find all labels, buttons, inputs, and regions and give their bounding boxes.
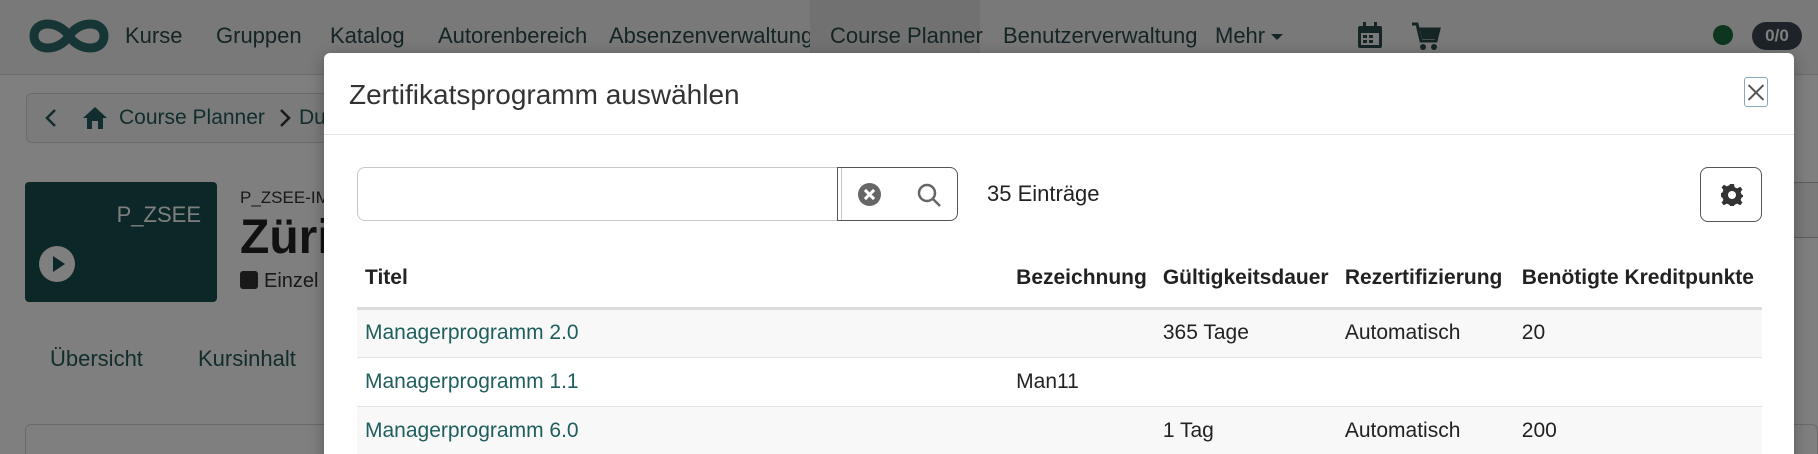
cell-credits: 20 bbox=[1513, 308, 1762, 358]
program-link[interactable]: Managerprogramm 6.0 bbox=[365, 419, 579, 442]
modal-header: Zertifikatsprogramm auswählen bbox=[324, 53, 1794, 135]
cell-recertification: Automatisch bbox=[1336, 308, 1514, 358]
cell-title: Managerprogramm 1.1 bbox=[357, 357, 1009, 407]
clear-search-icon[interactable] bbox=[858, 183, 881, 206]
cell-credits bbox=[1513, 357, 1762, 407]
close-button[interactable] bbox=[1744, 77, 1768, 107]
gear-icon bbox=[1721, 184, 1743, 206]
cell-validity: 1 Tag bbox=[1154, 406, 1337, 454]
cell-recertification: Automatisch bbox=[1336, 406, 1514, 454]
cell-label bbox=[1008, 406, 1155, 454]
table-row[interactable]: Managerprogramm 2.0 365 Tage Automatisch… bbox=[357, 308, 1762, 358]
column-header-kreditpunkte[interactable]: Benötigte Kreditpunkte bbox=[1513, 249, 1762, 310]
cell-label: Man11 bbox=[1008, 357, 1155, 407]
search-icon[interactable] bbox=[916, 182, 942, 208]
table-settings-button[interactable] bbox=[1700, 167, 1762, 222]
search-input[interactable] bbox=[357, 167, 842, 221]
program-link[interactable]: Managerprogramm 2.0 bbox=[365, 321, 579, 344]
cell-title: Managerprogramm 6.0 bbox=[357, 406, 1009, 454]
column-header-bezeichnung[interactable]: Bezeichnung bbox=[1008, 249, 1155, 310]
column-header-titel[interactable]: Titel bbox=[357, 249, 1009, 310]
search-actions bbox=[837, 167, 958, 221]
cell-validity bbox=[1154, 357, 1337, 407]
table-row[interactable]: Managerprogramm 6.0 1 Tag Automatisch 20… bbox=[357, 406, 1762, 454]
certificate-program-table: Titel Bezeichnung Gültigkeitsdauer Rezer… bbox=[357, 249, 1762, 454]
column-header-gueltigkeitsdauer[interactable]: Gültigkeitsdauer bbox=[1154, 249, 1337, 310]
cell-label bbox=[1008, 308, 1155, 358]
table-row[interactable]: Managerprogramm 1.1 Man11 bbox=[357, 357, 1762, 407]
table-header-row: Titel Bezeichnung Gültigkeitsdauer Rezer… bbox=[357, 249, 1762, 310]
entry-count: 35 Einträge bbox=[987, 181, 1100, 206]
cell-credits: 200 bbox=[1513, 406, 1762, 454]
column-header-rezertifizierung[interactable]: Rezertifizierung bbox=[1336, 249, 1514, 310]
cell-recertification bbox=[1336, 357, 1514, 407]
cell-title: Managerprogramm 2.0 bbox=[357, 308, 1009, 358]
cell-validity: 365 Tage bbox=[1154, 308, 1337, 358]
program-link[interactable]: Managerprogramm 1.1 bbox=[365, 370, 579, 393]
certificate-program-dialog: Zertifikatsprogramm auswählen 35 Einträg… bbox=[324, 53, 1794, 454]
modal-title: Zertifikatsprogramm auswählen bbox=[349, 79, 740, 110]
